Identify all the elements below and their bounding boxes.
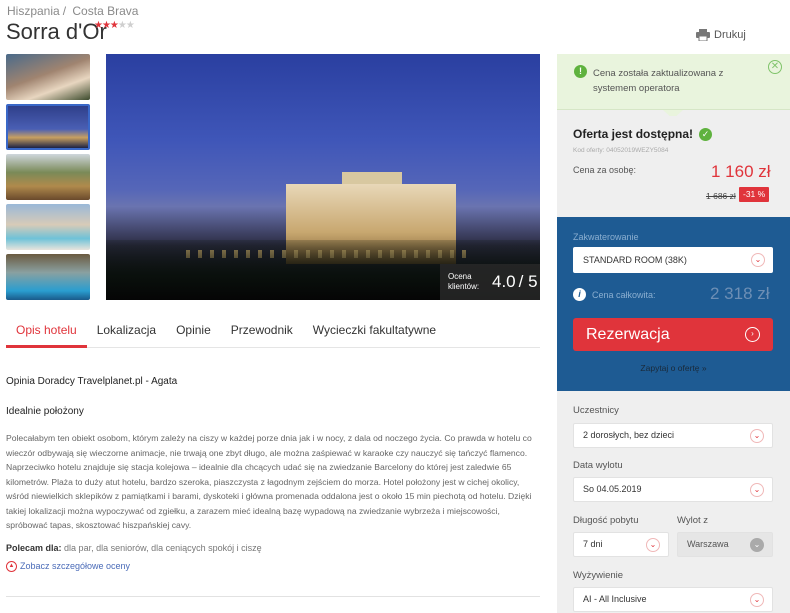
departure-date-value: So 04.05.2019 xyxy=(583,484,642,494)
thumbnail-gallery xyxy=(6,54,90,304)
chevron-down-icon: ⌄ xyxy=(750,483,764,497)
offer-available: Oferta jest dostępna! ✓ xyxy=(573,127,713,141)
thumbnail-1[interactable] xyxy=(6,54,90,100)
recommend-for: Polecam dla: dla par, dla seniorów, dla … xyxy=(6,543,534,553)
hotel-stars: ★★★★★ xyxy=(94,20,135,31)
chevron-down-icon: ⌄ xyxy=(750,429,764,443)
close-notice-icon[interactable]: ✕ xyxy=(768,60,782,74)
booking-panel: Zakwaterowanie STANDARD ROOM (38K) ⌄ i C… xyxy=(557,217,790,391)
hotel-tabs: Opis hotelu Lokalizacja Opinie Przewodni… xyxy=(6,318,540,348)
duration-label: Długość pobytu xyxy=(573,515,639,526)
detailed-ratings-link[interactable]: ▲ Zobacz szczegółowe oceny xyxy=(6,560,534,572)
ask-about-offer-link[interactable]: Zapytaj o ofertę » xyxy=(557,363,790,373)
chevron-down-icon: ⌄ xyxy=(646,538,660,552)
duration-select[interactable]: 7 dni ⌄ xyxy=(573,532,669,557)
breadcrumb-country[interactable]: Hiszpania xyxy=(7,4,60,18)
recommend-label: Polecam dla: xyxy=(6,542,62,553)
tab-location[interactable]: Lokalizacja xyxy=(87,318,166,348)
participants-select[interactable]: 2 dorosłych, bez dzieci ⌄ xyxy=(573,423,773,448)
room-label: Zakwaterowanie xyxy=(573,232,639,242)
divider xyxy=(6,596,540,597)
detailed-ratings-label: Zobacz szczegółowe oceny xyxy=(20,561,131,571)
departure-from-label: Wylot z xyxy=(677,515,709,526)
price-updated-notice: ! Cena została zaktualizowana z systemem… xyxy=(557,54,790,110)
reservation-label: Rezerwacja xyxy=(586,326,670,343)
print-button[interactable]: Drukuj xyxy=(696,29,746,41)
notice-message: Cena została zaktualizowana z systemem o… xyxy=(593,68,724,94)
offer-code: Kod oferty: 04052019WEZY5084 xyxy=(573,147,669,154)
thumbnail-4[interactable] xyxy=(6,204,90,250)
total-price: 2 318 zł xyxy=(710,284,770,303)
old-price: 1 686 zł xyxy=(706,191,736,201)
departure-date-select[interactable]: So 04.05.2019 ⌄ xyxy=(573,477,773,502)
total-price-label: Cena całkowita: xyxy=(592,290,656,300)
board-select[interactable]: AI - All Inclusive ⌄ xyxy=(573,587,773,612)
departure-from-value: Warszawa xyxy=(687,539,729,549)
ratings-chart-icon: ▲ xyxy=(6,560,17,572)
duration-value: 7 dni xyxy=(583,539,603,549)
rating-label: Ocena klientów: xyxy=(448,272,480,291)
price-per-person-label: Cena za osobę: xyxy=(573,165,637,175)
room-select[interactable]: STANDARD ROOM (38K) ⌄ xyxy=(573,247,773,273)
departure-date-label: Data wylotu xyxy=(573,460,623,471)
opinion-heading: Idealnie położony xyxy=(6,406,84,417)
recommend-value: dla par, dla seniorów, dla ceniących spo… xyxy=(64,542,262,553)
discount-badge: -31 % xyxy=(739,187,770,202)
participants-value: 2 dorosłych, bez dzieci xyxy=(583,430,675,440)
breadcrumb-separator: / xyxy=(62,4,67,18)
arrow-right-icon: › xyxy=(745,327,760,342)
available-check-icon: ✓ xyxy=(699,127,713,141)
star-empty-icon: ★★ xyxy=(117,20,135,31)
breadcrumb-region[interactable]: Costa Brava xyxy=(72,4,138,18)
reservation-button[interactable]: Rezerwacja › xyxy=(573,318,773,351)
offer-title: Oferta jest dostępna! xyxy=(573,127,694,141)
success-check-icon: ! xyxy=(574,65,587,78)
participants-label: Uczestnicy xyxy=(573,405,619,416)
thumbnail-2[interactable] xyxy=(6,104,90,150)
print-label: Drukuj xyxy=(714,29,746,41)
thumbnail-5[interactable] xyxy=(6,254,90,300)
info-icon[interactable]: i xyxy=(573,288,586,301)
trip-filters: Uczestnicy 2 dorosłych, bez dzieci ⌄ Dat… xyxy=(557,391,790,613)
star-filled-icon: ★★★ xyxy=(94,20,119,31)
chevron-down-icon: ⌄ xyxy=(751,253,765,267)
price-per-person: 1 160 zł xyxy=(711,162,771,181)
rating-value: 4.0 xyxy=(492,272,516,291)
board-value: AI - All Inclusive xyxy=(583,594,647,604)
departure-from-select[interactable]: Warszawa ⌄ xyxy=(677,532,773,557)
board-label: Wyżywienie xyxy=(573,570,624,581)
hotel-description: Opinia Doradcy Travelplanet.pl - Agata I… xyxy=(6,376,534,572)
chevron-down-icon: ⌄ xyxy=(750,593,764,607)
opinion-body: Polecałabym ten obiekt osobom, którym za… xyxy=(6,433,532,530)
chevron-down-icon: ⌄ xyxy=(750,538,764,552)
breadcrumb: Hiszpania / Costa Brava xyxy=(7,4,141,18)
thumbnail-3[interactable] xyxy=(6,154,90,200)
tab-reviews[interactable]: Opinie xyxy=(166,318,221,348)
offer-summary: Oferta jest dostępna! ✓ Kod oferty: 0405… xyxy=(557,116,790,215)
hotel-title: Sorra d'Or xyxy=(6,19,107,44)
rating-max: / 5 xyxy=(518,272,538,291)
tab-excursions[interactable]: Wycieczki fakultatywne xyxy=(303,318,446,348)
booking-sidebar: ! Cena została zaktualizowana z systemem… xyxy=(557,54,790,613)
tab-description[interactable]: Opis hotelu xyxy=(6,318,87,348)
tab-guide[interactable]: Przewodnik xyxy=(221,318,303,348)
room-value: STANDARD ROOM (38K) xyxy=(583,255,687,265)
customer-rating-box: Ocena klientów: 4.0 / 5 xyxy=(440,264,540,300)
opinion-title: Opinia Doradcy Travelplanet.pl - Agata xyxy=(6,376,178,387)
printer-icon xyxy=(696,29,710,41)
